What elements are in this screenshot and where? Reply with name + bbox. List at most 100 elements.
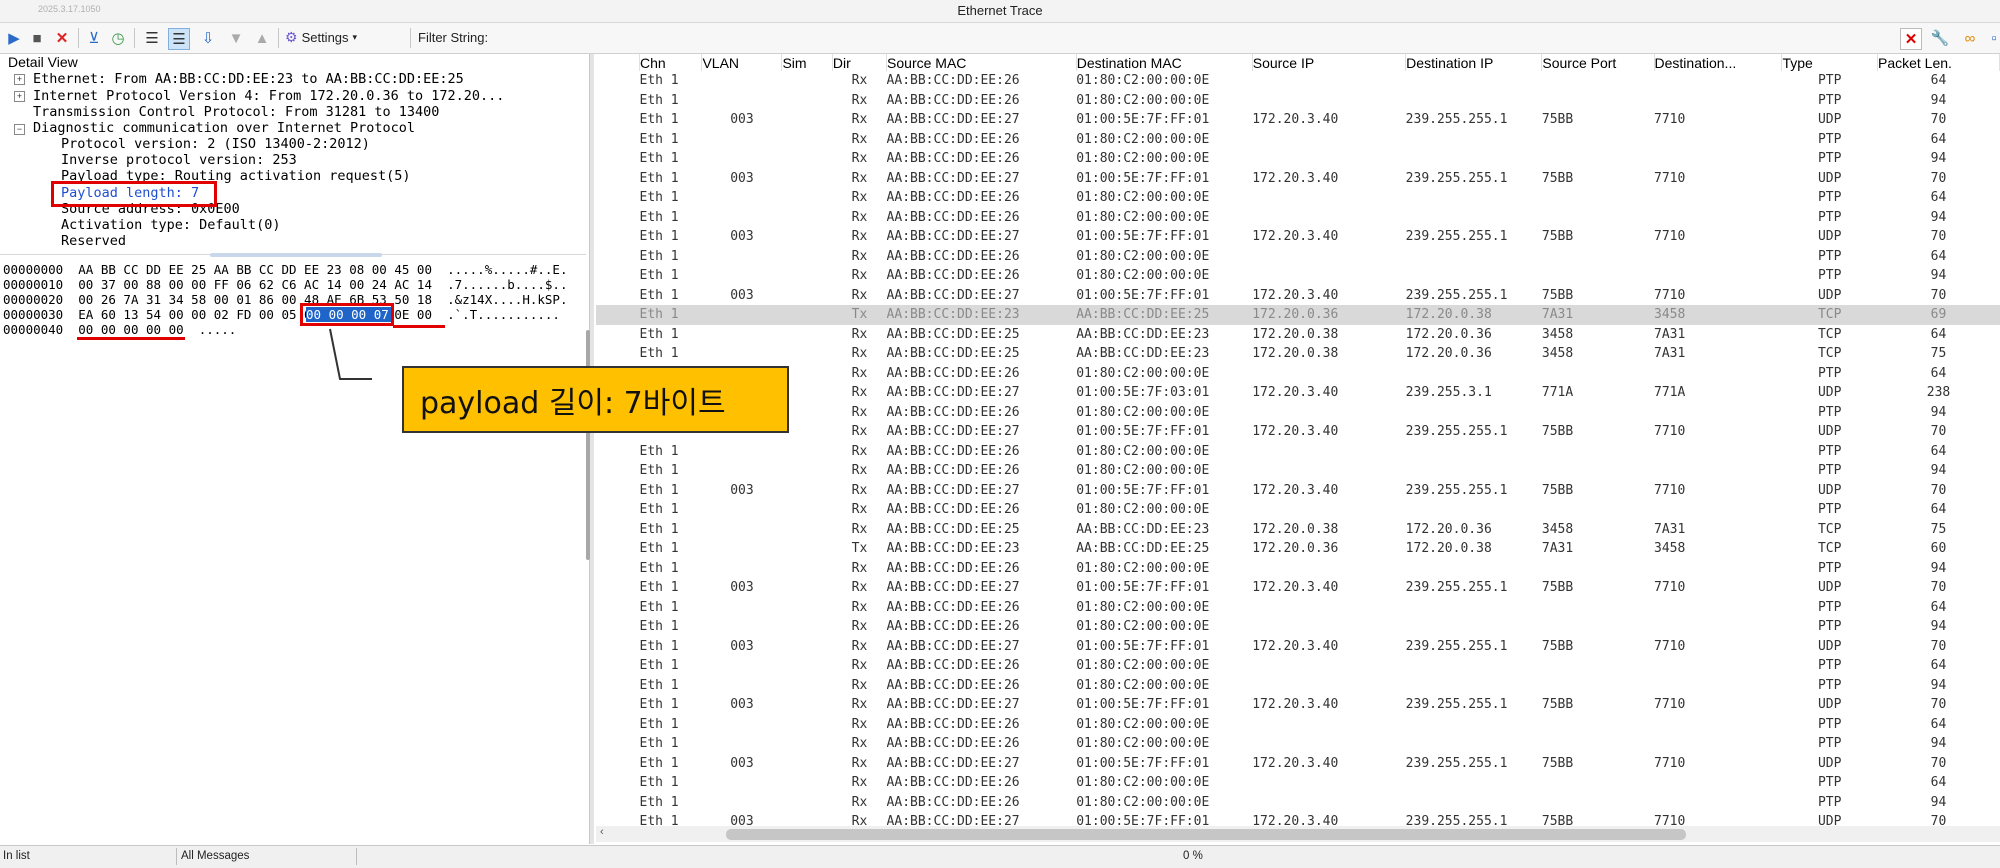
column-source-mac[interactable]: Source MAC bbox=[886, 54, 1077, 71]
close-red-icon[interactable]: ✕ bbox=[1900, 28, 1922, 50]
table-row[interactable]: Eth 1 Rx AA:BB:CC:DD:EE:26 01:80:C2:00:00:0… bbox=[596, 500, 2000, 520]
table-row[interactable]: Eth 1 003 Rx AA:BB:CC:DD:EE:27 01:00:5E:7F:F… bbox=[596, 812, 2000, 826]
cell-type: UDP bbox=[1817, 229, 1842, 245]
cell-type: PTP bbox=[1817, 73, 1842, 89]
table-row[interactable]: Eth 1 Rx AA:BB:CC:DD:EE:26 01:80:C2:00:00:0… bbox=[596, 715, 2000, 735]
list-active-icon[interactable]: ☰ bbox=[168, 28, 190, 50]
cell-destination-port bbox=[1654, 91, 1782, 111]
scroll-thumb[interactable] bbox=[726, 829, 1686, 840]
table-row[interactable]: Rx AA:BB:CC:DD:EE:26 01:80:C2:00:00:0E PTP 9… bbox=[596, 403, 2000, 423]
table-row[interactable]: Eth 1 Tx AA:BB:CC:DD:EE:23 AA:BB:CC:DD:EE:2… bbox=[596, 539, 2000, 559]
table-row[interactable]: Eth 1 Rx AA:BB:CC:DD:EE:26 01:80:C2:00:00:0… bbox=[596, 598, 2000, 618]
tree-item-ipv4[interactable]: Internet Protocol Version 4: From 172.20… bbox=[33, 88, 504, 104]
arrow-up-icon[interactable]: ▲ bbox=[252, 28, 272, 48]
clock-icon[interactable]: ◷ bbox=[108, 28, 128, 48]
cell-source-mac: AA:BB:CC:DD:EE:27 bbox=[886, 170, 1020, 186]
table-row[interactable]: Eth 1 003 Rx AA:BB:CC:DD:EE:27 01:00:5E:7F:F… bbox=[596, 695, 2000, 715]
expand-icon[interactable]: + bbox=[14, 91, 25, 102]
cell-destination-mac: 01:80:C2:00:00:0E bbox=[1076, 73, 1210, 89]
window-icon[interactable]: ▫ bbox=[1984, 28, 2000, 48]
column-chn[interactable]: Chn bbox=[639, 54, 703, 71]
cell-destination-mac: AA:BB:CC:DD:EE:23 bbox=[1076, 346, 1210, 362]
table-row[interactable]: Eth 1 Rx AA:BB:CC:DD:EE:26 01:80:C2:00:00:0… bbox=[596, 71, 2000, 91]
list-icon[interactable]: ☰ bbox=[142, 28, 162, 48]
column-source-port[interactable]: Source Port bbox=[1541, 54, 1655, 71]
column-source-ip[interactable]: Source IP bbox=[1252, 54, 1407, 71]
column-destination-ip[interactable]: Destination IP bbox=[1405, 54, 1543, 71]
collapse-icon[interactable]: − bbox=[14, 124, 25, 135]
column-vlan[interactable]: VLAN bbox=[701, 54, 783, 71]
cell-chn: Eth 1 bbox=[639, 346, 679, 362]
row-spacer bbox=[596, 169, 640, 189]
table-row[interactable]: Eth 1 Rx AA:BB:CC:DD:EE:26 01:80:C2:00:00:0… bbox=[596, 734, 2000, 754]
tree-item-protocol-version[interactable]: Protocol version: 2 (ISO 13400-2:2012) bbox=[61, 136, 370, 152]
table-row[interactable]: Eth 1 003 Rx AA:BB:CC:DD:EE:27 01:00:5E:7F:F… bbox=[596, 578, 2000, 598]
table-row[interactable]: Eth 1 Rx AA:BB:CC:DD:EE:26 01:80:C2:00:00:0… bbox=[596, 617, 2000, 637]
column-sim[interactable]: Sim bbox=[781, 54, 833, 71]
cell-destination-mac: 01:80:C2:00:00:0E bbox=[1076, 151, 1210, 167]
left-scrollbar[interactable] bbox=[586, 330, 590, 560]
tree-item-tcp[interactable]: Transmission Control Protocol: From 3128… bbox=[33, 104, 439, 120]
tree-item-doip[interactable]: Diagnostic communication over Internet P… bbox=[33, 120, 415, 136]
table-row[interactable]: Eth 1 003 Rx AA:BB:CC:DD:EE:27 01:00:5E:7F:F… bbox=[596, 110, 2000, 130]
cell-destination-port: 3458 bbox=[1654, 305, 1782, 325]
cell-destination-mac: 01:80:C2:00:00:0E bbox=[1076, 502, 1210, 518]
column-destination-port[interactable]: Destination... bbox=[1654, 54, 1783, 71]
tree-item-activation-type[interactable]: Activation type: Default(0) bbox=[61, 217, 280, 233]
cell-destination-mac: 01:00:5E:7F:FF:01 bbox=[1076, 482, 1210, 498]
settings-button[interactable]: ⚙ Settings ▾ bbox=[285, 29, 357, 46]
column-packet-length[interactable]: Packet Len. bbox=[1877, 54, 2000, 71]
cell-chn: Eth 1 bbox=[639, 463, 679, 479]
table-row[interactable]: Eth 1 Rx AA:BB:CC:DD:EE:26 01:80:C2:00:00:0… bbox=[596, 442, 2000, 462]
table-row[interactable]: Eth 1 Rx AA:BB:CC:DD:EE:26 01:80:C2:00:00:0… bbox=[596, 266, 2000, 286]
cell-sim bbox=[782, 344, 832, 364]
table-row[interactable]: Eth 1 003 Rx AA:BB:CC:DD:EE:27 01:00:5E:7F:F… bbox=[596, 754, 2000, 774]
cell-source-ip bbox=[1252, 130, 1405, 150]
link-icon[interactable]: ∞ bbox=[1960, 28, 1980, 48]
table-row[interactable]: Eth 1 003 Rx AA:BB:CC:DD:EE:27 01:00:5E:7F:F… bbox=[596, 637, 2000, 657]
arrow-down-icon[interactable]: ▼ bbox=[226, 28, 246, 48]
filter-icon[interactable]: ⊻ bbox=[84, 28, 104, 48]
column-destination-mac[interactable]: Destination MAC bbox=[1076, 54, 1253, 71]
wrench-icon[interactable]: 🔧 bbox=[1930, 28, 1950, 48]
table-row[interactable]: Eth 1 Rx AA:BB:CC:DD:EE:26 01:80:C2:00:00:0… bbox=[596, 676, 2000, 696]
splitter-handle[interactable] bbox=[210, 253, 382, 257]
horizontal-scrollbar[interactable]: ‹ bbox=[596, 826, 2000, 842]
table-row[interactable]: Eth 1 Tx AA:BB:CC:DD:EE:23 AA:BB:CC:DD:EE:2… bbox=[596, 305, 2000, 325]
table-row[interactable]: Eth 1 Rx AA:BB:CC:DD:EE:26 01:80:C2:00:00:0… bbox=[596, 559, 2000, 579]
table-row[interactable]: Eth 1 Rx AA:BB:CC:DD:EE:25 AA:BB:CC:DD:EE:2… bbox=[596, 344, 2000, 364]
table-row[interactable]: Eth 1 Rx AA:BB:CC:DD:EE:26 01:80:C2:00:00:0… bbox=[596, 130, 2000, 150]
table-row[interactable]: Eth 1 Rx AA:BB:CC:DD:EE:26 01:80:C2:00:00:0… bbox=[596, 461, 2000, 481]
table-row[interactable]: Eth 1 Rx AA:BB:CC:DD:EE:25 AA:BB:CC:DD:EE:2… bbox=[596, 520, 2000, 540]
table-row[interactable]: Rx AA:BB:CC:DD:EE:27 01:00:5E:7F:03:01 172.… bbox=[596, 383, 2000, 403]
cell-destination-port bbox=[1654, 71, 1782, 91]
table-row[interactable]: Rx AA:BB:CC:DD:EE:26 01:80:C2:00:00:0E PTP 6… bbox=[596, 364, 2000, 384]
table-row[interactable]: Eth 1 Rx AA:BB:CC:DD:EE:26 01:80:C2:00:00:0… bbox=[596, 247, 2000, 267]
table-row[interactable]: Rx AA:BB:CC:DD:EE:27 01:00:5E:7F:FF:01 172.… bbox=[596, 422, 2000, 442]
tree-item-reserved[interactable]: Reserved bbox=[61, 233, 126, 249]
cell-dir: Rx bbox=[851, 736, 868, 752]
tree-item-ethernet[interactable]: Ethernet: From AA:BB:CC:DD:EE:23 to AA:B… bbox=[33, 71, 464, 87]
table-row[interactable]: Eth 1 Rx AA:BB:CC:DD:EE:26 01:80:C2:00:00:0… bbox=[596, 208, 2000, 228]
column-type[interactable]: Type bbox=[1781, 54, 1878, 71]
close-icon[interactable]: ✕ bbox=[52, 28, 72, 48]
play-icon[interactable]: ▶ bbox=[4, 28, 24, 48]
row-spacer bbox=[596, 539, 640, 559]
expand-icon[interactable]: + bbox=[14, 74, 25, 85]
table-row[interactable]: Eth 1 003 Rx AA:BB:CC:DD:EE:27 01:00:5E:7F:F… bbox=[596, 481, 2000, 501]
sort-icon[interactable]: ⇩ bbox=[198, 28, 218, 48]
stop-icon[interactable]: ■ bbox=[27, 28, 47, 48]
table-row[interactable]: Eth 1 Rx AA:BB:CC:DD:EE:26 01:80:C2:00:00:0… bbox=[596, 91, 2000, 111]
table-row[interactable]: Eth 1 Rx AA:BB:CC:DD:EE:26 01:80:C2:00:00:0… bbox=[596, 188, 2000, 208]
table-row[interactable]: Eth 1 Rx AA:BB:CC:DD:EE:26 01:80:C2:00:00:0… bbox=[596, 773, 2000, 793]
table-row[interactable]: Eth 1 Rx AA:BB:CC:DD:EE:26 01:80:C2:00:00:0… bbox=[596, 793, 2000, 813]
table-row[interactable]: Eth 1 003 Rx AA:BB:CC:DD:EE:27 01:00:5E:7F:F… bbox=[596, 227, 2000, 247]
table-row[interactable]: Eth 1 Rx AA:BB:CC:DD:EE:25 AA:BB:CC:DD:EE:2… bbox=[596, 325, 2000, 345]
tree-item-inverse-version[interactable]: Inverse protocol version: 253 bbox=[61, 152, 297, 168]
column-dir[interactable]: Dir bbox=[832, 54, 888, 71]
table-row[interactable]: Eth 1 003 Rx AA:BB:CC:DD:EE:27 01:00:5E:7F:F… bbox=[596, 286, 2000, 306]
scroll-left-icon[interactable]: ‹ bbox=[600, 826, 604, 838]
table-row[interactable]: Eth 1 Rx AA:BB:CC:DD:EE:26 01:80:C2:00:00:0… bbox=[596, 656, 2000, 676]
table-row[interactable]: Eth 1 Rx AA:BB:CC:DD:EE:26 01:80:C2:00:00:0… bbox=[596, 149, 2000, 169]
table-row[interactable]: Eth 1 003 Rx AA:BB:CC:DD:EE:27 01:00:5E:7F:F… bbox=[596, 169, 2000, 189]
